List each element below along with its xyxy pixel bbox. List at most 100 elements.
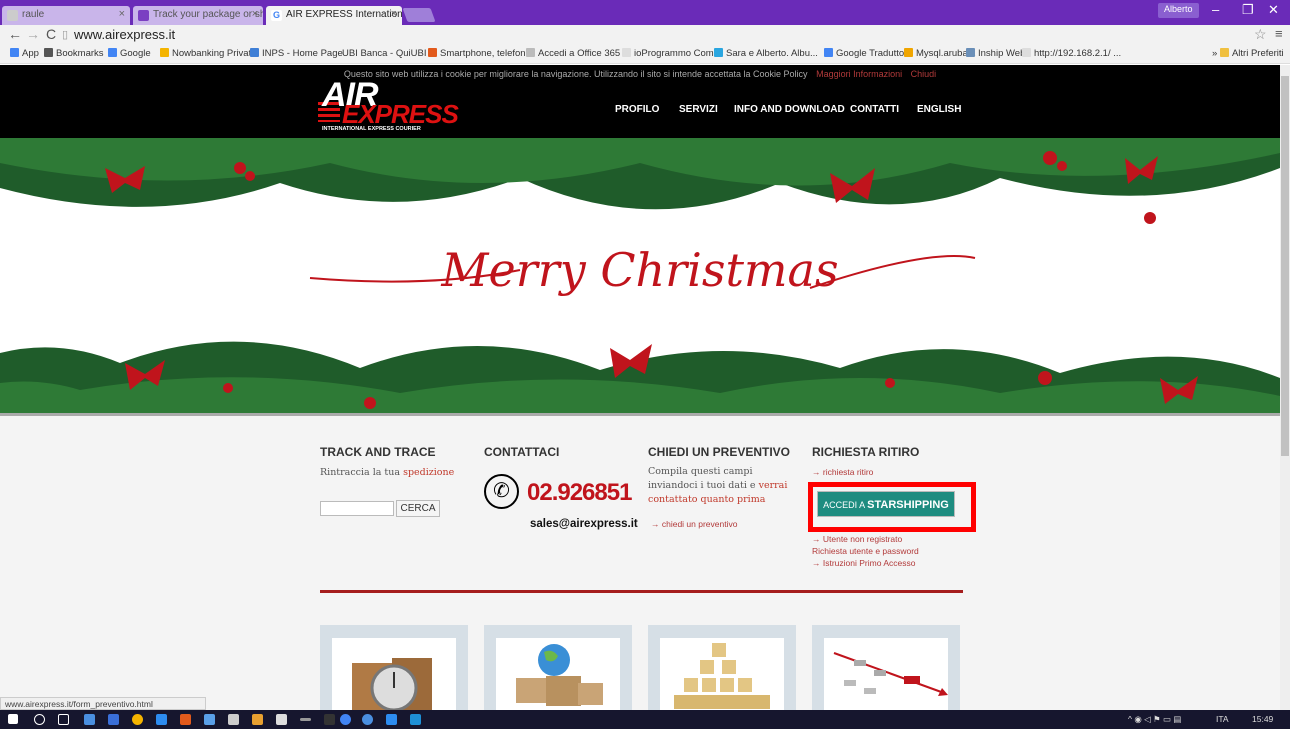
new-tab-button[interactable] bbox=[402, 8, 436, 22]
quote-title: CHIEDI UN PREVENTIVO bbox=[648, 445, 791, 459]
utente-non-registrato-link[interactable]: → Utente non registrato bbox=[812, 534, 902, 544]
chrome-icon[interactable] bbox=[132, 714, 143, 725]
browser-tab[interactable]: Track your package or shi × bbox=[133, 6, 263, 25]
google-icon bbox=[108, 48, 117, 57]
profile-badge[interactable]: Alberto bbox=[1158, 3, 1199, 18]
browser-tab-strip: raule × Track your package or shi × G AI… bbox=[0, 0, 1290, 25]
cookie-close-link[interactable]: Chiudi bbox=[911, 69, 937, 79]
search-icon[interactable] bbox=[34, 714, 45, 725]
back-icon[interactable]: ← bbox=[8, 26, 22, 42]
outlook-icon[interactable] bbox=[108, 714, 119, 725]
start-icon[interactable] bbox=[8, 714, 18, 724]
track-text: Rintraccia la tua spedizione bbox=[320, 467, 455, 478]
app-icon[interactable] bbox=[324, 714, 335, 725]
status-url: www.airexpress.it/form_preventivo.html bbox=[0, 697, 206, 710]
track-title: TRACK AND TRACE bbox=[320, 445, 436, 459]
richiesta-ritiro-link[interactable]: → richiesta ritiro bbox=[812, 467, 873, 477]
nav-contatti[interactable]: CONTATTI bbox=[850, 104, 899, 115]
bookmark-item[interactable]: Accedi a Office 365 bbox=[526, 48, 620, 59]
bookmark-item[interactable]: INPS - Home Page bbox=[250, 48, 343, 59]
nav-servizi[interactable]: SERVIZI bbox=[679, 104, 718, 115]
quote-text: Compila questi campi inviandoci i tuoi d… bbox=[648, 466, 788, 505]
app-icon[interactable] bbox=[204, 714, 215, 725]
bookmark-item[interactable]: Sara e Alberto. Albu... bbox=[714, 48, 818, 59]
nav-info-download[interactable]: INFO AND DOWNLOAD bbox=[734, 104, 845, 115]
cerca-button[interactable]: CERCA bbox=[396, 500, 440, 517]
bookmark-star-icon[interactable]: ☆ bbox=[1254, 26, 1267, 43]
phone-icon: ✆ bbox=[484, 474, 519, 509]
close-tab-icon[interactable]: × bbox=[119, 8, 125, 20]
app-icon[interactable] bbox=[340, 714, 351, 725]
chiedi-preventivo-link[interactable]: → chiedi un preventivo bbox=[651, 519, 737, 529]
section-divider bbox=[320, 590, 963, 593]
close-tab-icon[interactable]: × bbox=[391, 8, 397, 20]
logistics-blocks-icon bbox=[674, 643, 770, 709]
service-thumbnail-boxes[interactable] bbox=[320, 625, 468, 710]
bookmark-item[interactable]: » Altri Preferiti bbox=[1212, 48, 1284, 59]
task-view-icon[interactable] bbox=[58, 714, 69, 725]
browser-tab[interactable]: raule × bbox=[2, 6, 130, 25]
chevron-right-icon: » bbox=[1212, 48, 1220, 59]
google-icon: G bbox=[271, 10, 282, 21]
email-link[interactable]: sales@airexpress.it bbox=[530, 518, 638, 530]
bookmark-item[interactable]: Smartphone, telefon... bbox=[428, 48, 533, 59]
bookmark-item[interactable]: Bookmarks bbox=[44, 48, 104, 59]
page-icon bbox=[622, 48, 631, 57]
trucks-arrow-icon bbox=[833, 652, 948, 696]
forward-icon[interactable]: → bbox=[26, 26, 40, 42]
edge-icon[interactable] bbox=[386, 714, 397, 725]
app-icon[interactable] bbox=[300, 718, 311, 721]
inps-icon bbox=[250, 48, 259, 57]
bookmark-item[interactable]: http://192.168.2.1/ ... bbox=[1022, 48, 1121, 59]
close-window-icon[interactable]: ✕ bbox=[1268, 2, 1279, 18]
app-icon[interactable] bbox=[276, 714, 287, 725]
bookmark-item[interactable]: ioProgrammo Com... bbox=[622, 48, 722, 59]
app-icon[interactable] bbox=[228, 714, 239, 725]
page-info-icon[interactable]: ▯ bbox=[62, 28, 68, 41]
browser-tab-active[interactable]: G AIR EXPRESS Internationa × bbox=[266, 6, 402, 25]
service-thumbnail-logistics[interactable] bbox=[648, 625, 796, 710]
mysql-icon bbox=[904, 48, 913, 57]
istruzioni-link[interactable]: → Istruzioni Primo Accesso bbox=[812, 558, 915, 568]
logo-subtitle: INTERNATIONAL EXPRESS COURIER bbox=[322, 126, 421, 132]
bookmark-item[interactable]: Nowbanking Privati bbox=[160, 48, 253, 59]
bookmark-item[interactable]: Mysql.aruba.it bbox=[904, 48, 975, 59]
cookie-more-link[interactable]: Maggiori Informazioni bbox=[816, 69, 902, 79]
bookmark-item[interactable]: App bbox=[10, 48, 39, 59]
service-thumbnail-globe[interactable] bbox=[484, 625, 632, 710]
app-icon[interactable] bbox=[252, 714, 263, 725]
restore-icon[interactable]: ❐ bbox=[1242, 2, 1254, 18]
christmas-banner: Merry Christmas bbox=[0, 138, 1280, 416]
page-icon bbox=[7, 10, 18, 21]
bookmark-item[interactable]: UBI Banca - QuiUBI bbox=[342, 48, 426, 59]
bookmark-item[interactable]: Inship Web bbox=[966, 48, 1025, 59]
menu-icon[interactable]: ≡ bbox=[1275, 26, 1283, 41]
nav-profilo[interactable]: PROFILO bbox=[615, 104, 659, 115]
minimize-icon[interactable]: – bbox=[1212, 2, 1219, 17]
address-bar: ← → C ▯ www.airexpress.it ☆ ≡ bbox=[0, 25, 1290, 46]
tray-icons[interactable]: ^ ◉ ◁ ⚑ ▭ ▤ bbox=[1128, 714, 1181, 725]
page-icon bbox=[1022, 48, 1031, 57]
close-tab-icon[interactable]: × bbox=[252, 8, 258, 20]
stopwatch-boxes-icon bbox=[352, 658, 432, 710]
service-thumbnail-trucks[interactable] bbox=[812, 625, 960, 710]
spedizione-link[interactable]: spedizione bbox=[403, 467, 454, 478]
clock[interactable]: 15:49 bbox=[1252, 714, 1273, 724]
scrollbar-thumb[interactable] bbox=[1281, 76, 1289, 456]
bookmark-item[interactable]: Google bbox=[108, 48, 151, 59]
file-explorer-icon[interactable] bbox=[84, 714, 95, 725]
tracking-number-input[interactable] bbox=[320, 501, 394, 516]
app-icon[interactable] bbox=[362, 714, 373, 725]
language-indicator[interactable]: ITA bbox=[1216, 714, 1229, 724]
app-icon[interactable] bbox=[156, 714, 167, 725]
richiesta-utente-link[interactable]: Richiesta utente e password bbox=[812, 546, 919, 556]
skype-icon[interactable] bbox=[410, 714, 421, 725]
url-input[interactable]: www.airexpress.it bbox=[74, 27, 175, 42]
bookmark-item[interactable]: Google Traduttore bbox=[824, 48, 913, 59]
nav-english[interactable]: ENGLISH bbox=[917, 104, 961, 115]
reload-icon[interactable]: C bbox=[46, 26, 56, 42]
star-icon bbox=[44, 48, 53, 57]
translate-icon bbox=[824, 48, 833, 57]
bookmarks-bar: App Bookmarks Google Nowbanking Privati … bbox=[0, 46, 1290, 64]
app-icon[interactable] bbox=[180, 714, 191, 725]
